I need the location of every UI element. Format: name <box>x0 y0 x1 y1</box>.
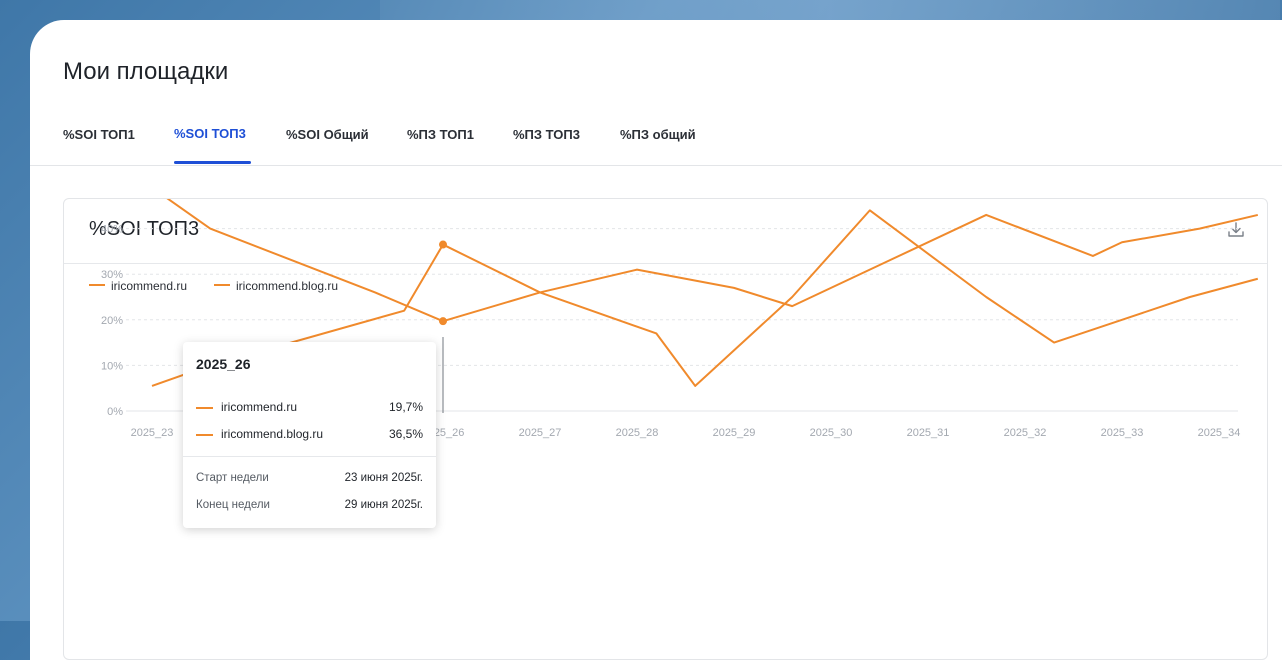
x-tick-label: 2025_28 <box>616 427 659 439</box>
tooltip-swatch <box>196 407 213 409</box>
tab-pz-total[interactable]: %ПЗ общий <box>620 127 696 142</box>
y-tick-label: 30% <box>101 269 123 281</box>
main-card: Мои площадки %SOI ТОП1 %SOI ТОП3 %SOI Об… <box>30 20 1282 660</box>
hover-point <box>439 317 447 326</box>
tooltip-series-name: iricommend.ru <box>221 400 298 414</box>
tooltip-series-value: 36,5% <box>388 427 423 441</box>
tab-pz-top1[interactable]: %ПЗ ТОП1 <box>407 127 474 142</box>
tooltip-series-value: 19,7% <box>388 400 423 414</box>
x-tick-label: 2025_31 <box>907 427 950 439</box>
tooltip-series-name: iricommend.blog.ru <box>221 427 324 441</box>
tab-soi-total[interactable]: %SOI Общий <box>286 127 369 142</box>
y-tick-label: 10% <box>101 360 123 372</box>
x-tick-label: 2025_27 <box>519 427 562 439</box>
tab-soi-top1[interactable]: %SOI ТОП1 <box>63 127 135 142</box>
active-tab-indicator <box>174 161 251 164</box>
tooltip-meta-value: 29 июня 2025г. <box>344 499 423 511</box>
tooltip-meta-value: 23 июня 2025г. <box>344 472 423 484</box>
page-title: Мои площадки <box>63 58 229 85</box>
tooltip-swatch <box>196 434 213 436</box>
hover-point <box>439 240 447 249</box>
x-tick-label: 2025_34 <box>1198 427 1241 439</box>
tab-soi-top3[interactable]: %SOI ТОП3 <box>174 126 246 141</box>
x-tick-label: 2025_30 <box>810 427 853 439</box>
tooltip-divider <box>183 456 436 457</box>
x-tick-label: 2025_29 <box>713 427 756 439</box>
y-tick-label: 0% <box>107 406 123 418</box>
y-tick-label: 20% <box>101 315 123 327</box>
x-tick-label: 2025_33 <box>1101 427 1144 439</box>
tooltip-title: 2025_26 <box>196 356 251 372</box>
tooltip-row: iricommend.ru 19,7% <box>196 400 423 416</box>
y-tick-label: 40% <box>101 224 123 236</box>
x-tick-label: 2025_32 <box>1004 427 1047 439</box>
chart-tooltip: 2025_26 iricommend.ru 19,7% iricommend.b… <box>183 342 436 528</box>
tooltip-meta-label: Конец недели <box>196 499 270 511</box>
tab-bar: %SOI ТОП1 %SOI ТОП3 %SOI Общий %ПЗ ТОП1 … <box>30 120 1282 166</box>
series-line-iricommend <box>166 199 1259 323</box>
chart-panel: %SOI ТОП3 iricommend.ru iricommend.blog.… <box>63 198 1268 660</box>
tooltip-week-end: Конец недели 29 июня 2025г. <box>196 499 423 515</box>
x-tick-label: 2025_23 <box>131 427 174 439</box>
tooltip-week-start: Старт недели 23 июня 2025г. <box>196 472 423 488</box>
tab-pz-top3[interactable]: %ПЗ ТОП3 <box>513 127 580 142</box>
tooltip-row: iricommend.blog.ru 36,5% <box>196 427 423 443</box>
tooltip-meta-label: Старт недели <box>196 472 269 484</box>
